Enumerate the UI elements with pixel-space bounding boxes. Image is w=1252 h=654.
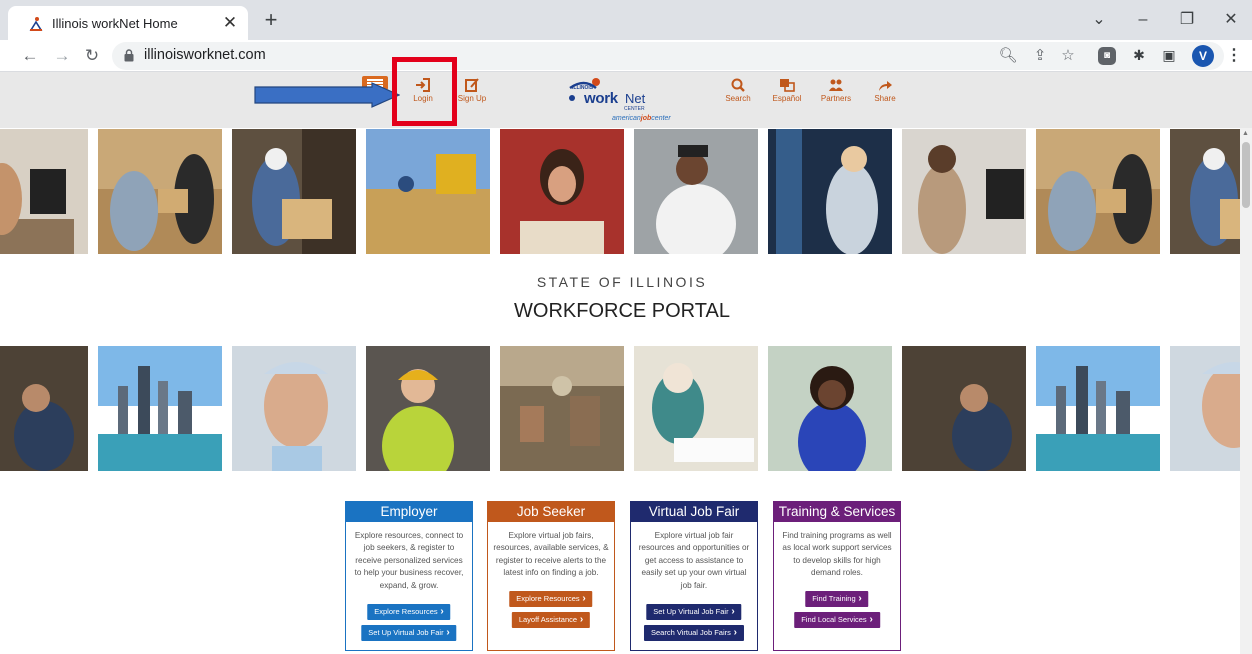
find-local-services-button[interactable]: Find Local Services — [794, 612, 880, 628]
logo-net-text: Net — [625, 91, 646, 106]
search-virtual-job-fairs-button[interactable]: Search Virtual Job Fairs — [643, 625, 745, 641]
photo-springfield-aerial — [500, 346, 624, 471]
new-tab-button[interactable]: + — [260, 9, 282, 31]
photo-healthcare-worker-repeat — [1170, 346, 1240, 471]
back-icon[interactable]: ← — [18, 44, 42, 68]
photo-office-woman — [902, 129, 1026, 254]
explore-resources-button[interactable]: Explore Resources — [509, 591, 593, 607]
search-icon — [731, 78, 745, 92]
search-link[interactable]: Search — [716, 78, 760, 103]
puzzle-icon[interactable]: ✱ — [1128, 44, 1150, 66]
close-window-icon[interactable]: ✕ — [1220, 9, 1242, 31]
photo-chicago-skyline — [98, 346, 222, 471]
card-description: Find training programs as well as local … — [782, 531, 892, 578]
espanol-label: Español — [772, 94, 802, 103]
browser-tab-bar: Illinois workNet Home ✕ + ⌄ – ❐ ✕ — [0, 0, 1252, 40]
portal-subtitle: STATE OF ILLINOIS — [536, 274, 708, 290]
menu-icon[interactable]: ⋮ — [1224, 45, 1244, 67]
card-description: Explore virtual job fairs, resources, av… — [493, 531, 609, 578]
url-text: illinoisworknet.com — [144, 47, 266, 63]
explore-resources-button[interactable]: Explore Resources — [367, 604, 451, 620]
share-link[interactable]: Share — [863, 78, 907, 103]
set-up-virtual-job-fair-button[interactable]: Set Up Virtual Job Fair — [646, 604, 742, 620]
sidepanel-icon[interactable]: ▣ — [1158, 44, 1180, 66]
restore-icon[interactable]: ❐ — [1176, 9, 1198, 31]
annotation-arrow — [254, 82, 400, 108]
browser-toolbar: ← → ↻ illinoisworknet.com 🔍︎ ⇪ ☆ ◙ ✱ ▣ V… — [0, 40, 1252, 72]
photo-farm-field — [366, 129, 490, 254]
partners-icon — [829, 79, 843, 91]
page-scrollbar[interactable]: ▲ — [1240, 128, 1252, 654]
language-icon — [780, 79, 795, 92]
find-training-button[interactable]: Find Training — [805, 591, 869, 607]
photo-senior-woman-writing — [634, 346, 758, 471]
set-up-virtual-job-fair-button[interactable]: Set Up Virtual Job Fair — [361, 625, 457, 641]
forward-icon[interactable]: → — [50, 44, 74, 68]
login-highlight-box — [392, 57, 457, 126]
reload-icon[interactable]: ↻ — [80, 44, 104, 68]
photo-mechanic-repeat — [902, 346, 1026, 471]
photo-office-worker — [0, 129, 88, 254]
share-icon[interactable]: ⇪ — [1030, 46, 1050, 66]
share-label: Share — [874, 94, 896, 103]
logo-work-text: work — [584, 90, 618, 107]
worknet-logo[interactable]: ILLINOIS work Net CENTER americanjobcent… — [566, 76, 682, 124]
search-label: Search — [725, 94, 751, 103]
photo-delivery-masks-repeat — [1036, 129, 1160, 254]
photo-bakery-owner — [500, 129, 624, 254]
scroll-thumb[interactable] — [1242, 142, 1250, 208]
logo-center-text: CENTER — [624, 106, 645, 112]
photo-chicago-skyline-repeat — [1036, 346, 1160, 471]
card-employer: Employer Explore resources, connect to j… — [345, 501, 473, 651]
worknet-favicon-icon — [29, 17, 43, 31]
photo-warehouse-worker — [232, 129, 356, 254]
partners-link[interactable]: Partners — [814, 78, 858, 103]
layoff-assistance-button[interactable]: Layoff Assistance — [511, 612, 591, 628]
edit-icon — [465, 78, 479, 92]
tab-search-chevron-icon[interactable]: ⌄ — [1088, 9, 1110, 31]
card-title: Job Seeker — [488, 502, 614, 522]
card-training-services: Training & Services Find training progra… — [773, 501, 901, 651]
card-virtual-job-fair: Virtual Job Fair Explore virtual job fai… — [630, 501, 758, 651]
scroll-up-icon[interactable]: ▲ — [1242, 130, 1249, 137]
photo-chef — [634, 129, 758, 254]
photo-warehouse-worker-repeat — [1170, 129, 1240, 254]
photo-mechanic — [0, 346, 88, 471]
tab-title: Illinois workNet Home — [52, 16, 178, 31]
card-job-seeker: Job Seeker Explore virtual job fairs, re… — [487, 501, 615, 651]
photo-strip-top — [0, 129, 1240, 254]
photo-healthcare-worker — [232, 346, 356, 471]
browser-tab[interactable]: Illinois workNet Home ✕ — [8, 6, 248, 40]
lock-icon — [124, 49, 134, 62]
minimize-icon[interactable]: – — [1132, 9, 1154, 31]
zoom-icon[interactable]: 🔍︎ — [998, 46, 1018, 66]
photo-strip-bottom — [0, 346, 1240, 471]
partners-label: Partners — [820, 94, 852, 103]
espanol-link[interactable]: Español — [765, 78, 809, 103]
profile-avatar[interactable]: V — [1192, 45, 1214, 67]
address-bar[interactable]: illinoisworknet.com 🔍︎ ⇪ ☆ — [112, 42, 1224, 70]
american-job-center-text: americanjobcenter — [612, 115, 671, 122]
card-title: Employer — [346, 502, 472, 522]
share-arrow-icon — [879, 81, 892, 91]
portal-title: WORKFORCE PORTAL — [514, 300, 730, 322]
photo-construction-worker — [366, 346, 490, 471]
star-icon[interactable]: ☆ — [1058, 46, 1078, 66]
card-title: Virtual Job Fair — [631, 502, 757, 522]
photo-server-technician — [768, 129, 892, 254]
card-title: Training & Services — [774, 502, 900, 522]
photo-woman-on-phone — [768, 346, 892, 471]
tab-close-icon[interactable]: ✕ — [220, 13, 240, 33]
card-description: Explore virtual job fair resources and o… — [638, 531, 750, 590]
site-header: Login Sign Up ILLINOIS work Net CENTER a… — [0, 72, 1252, 128]
extension-icon[interactable]: ◙ — [1098, 47, 1116, 65]
card-description: Explore resources, connect to job seeker… — [354, 531, 464, 590]
photo-delivery-masks — [98, 129, 222, 254]
